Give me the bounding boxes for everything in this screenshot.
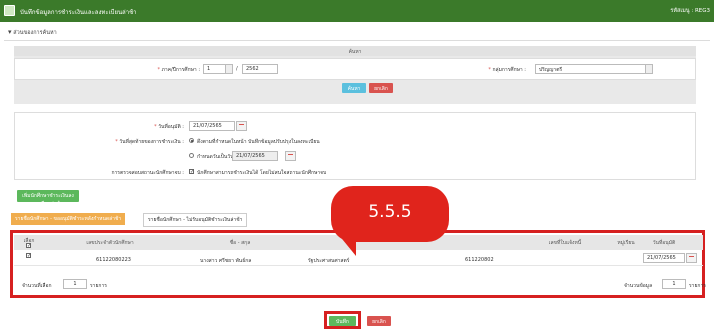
cell-approve-date-input[interactable]: 21/07/2565 xyxy=(643,253,685,263)
add-late-student-button[interactable]: เพิ่มนักศึกษาชำระเงินลงทะเบียนล่าช้า xyxy=(17,190,79,207)
total-count-label: จำนวนข้อมูล xyxy=(624,283,653,289)
grad-status-text: นักศึกษาสามารถชำระเงินได้ โดยไม่สนใจสถาน… xyxy=(197,170,327,176)
selected-count: 1 xyxy=(63,279,87,289)
divider xyxy=(4,40,710,41)
total-count: 1 xyxy=(662,279,686,289)
col-invoice: เลขที่ใบแจ้งหนี้ xyxy=(548,240,582,246)
callout-label: 5.5.5 xyxy=(368,202,412,222)
footer-cancel-button[interactable]: ยกเลิก xyxy=(367,316,391,326)
select-all-checkbox[interactable]: ✓ xyxy=(26,243,31,249)
term-label: * ภาค/ปีการศึกษา : xyxy=(157,67,201,73)
deadline-option-default-radio[interactable] xyxy=(189,138,194,143)
total-unit: รายการ xyxy=(689,283,706,289)
col-student-id: เลขประจำตัวนักศึกษา xyxy=(86,240,134,246)
selected-count-label: จำนวนที่เลือก xyxy=(22,283,52,289)
deadline-date-input[interactable]: 21/07/2565 xyxy=(232,151,278,161)
deadline-label: * วันที่สุดท้ายของการชำระเงิน : xyxy=(115,139,184,145)
deadline-option-default-label: ดึงตามที่กำหนดในหน้า บันทึกข้อมูลปรับปรุ… xyxy=(197,139,320,145)
section-label: ส่วนของการค้นหา xyxy=(13,30,57,36)
approve-date-label: * วันที่อนุมัติ : xyxy=(154,124,184,130)
grad-check-label: การตรวจสอบสถานะนักศึกษาจบ : xyxy=(111,170,184,176)
term-separator: / xyxy=(236,66,238,72)
year-input[interactable]: 2562 xyxy=(242,64,278,74)
page-title: บันทึกข้อมูลการชำระเงินและลงทะเบียนล่าช้… xyxy=(20,9,137,16)
cell-faculty: รัฐประศาสนศาสตร์ xyxy=(308,258,350,264)
cell-student-id: 61122080223 xyxy=(96,257,131,263)
level-select[interactable]: ปริญญาตรี xyxy=(535,64,653,74)
calendar-icon[interactable] xyxy=(236,121,247,131)
approve-date-input[interactable]: 21/07/2565 xyxy=(189,121,235,131)
grad-status-checkbox[interactable]: ✓ xyxy=(189,169,194,175)
tab-not-approved[interactable]: รายชื่อนักศึกษา - ไม่รับอนุมัติชำระเงินล… xyxy=(143,213,248,227)
title-bar: บันทึกข้อมูลการชำระเงินและลงทะเบียนล่าช้… xyxy=(0,0,714,22)
chevron-down-icon: ▾ xyxy=(8,28,12,36)
app-logo-icon xyxy=(4,5,15,16)
search-cancel-button[interactable]: ยกเลิก xyxy=(369,83,393,93)
search-button[interactable]: ค้นหา xyxy=(342,83,366,93)
term-stepper[interactable] xyxy=(225,65,232,73)
search-panel-title: ค้นหา xyxy=(14,46,696,56)
row-select-checkbox[interactable]: ✓ xyxy=(26,253,31,259)
chevron-down-icon xyxy=(645,65,652,73)
save-button[interactable]: บันทึก xyxy=(329,316,356,326)
search-section-toggle[interactable]: ▾ ส่วนของการค้นหา xyxy=(8,28,57,37)
level-label: * กลุ่มการศึกษา : xyxy=(488,67,526,73)
tab-approved-late[interactable]: รายชื่อนักศึกษา - ขออนุมัติชำระหลังกำหนด… xyxy=(11,213,126,225)
deadline-option-custom-label: กำหนดวันเป็นวันที่ xyxy=(197,154,237,160)
cell-name: นางสาว ศรีชยา พันธ์กล xyxy=(200,258,252,264)
col-name: ชื่อ - สกุล xyxy=(229,240,251,246)
calendar-icon[interactable] xyxy=(285,151,296,161)
selected-unit: รายการ xyxy=(90,283,107,289)
cell-group: 611220802 xyxy=(465,257,494,263)
deadline-option-custom-radio[interactable] xyxy=(189,153,194,158)
calendar-icon[interactable] xyxy=(686,253,697,263)
col-approve-date: วันที่อนุมัติ xyxy=(652,240,676,246)
menu-code: รหัสเมนู : REG3 xyxy=(670,8,710,14)
